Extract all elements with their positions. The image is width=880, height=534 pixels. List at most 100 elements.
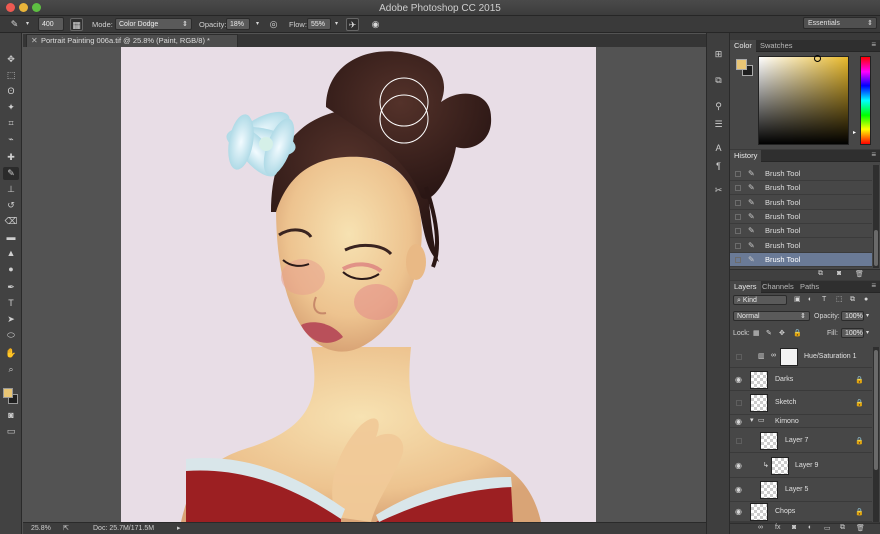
brush-presets-icon[interactable]: ⚲ bbox=[711, 99, 726, 113]
layer-row[interactable]: ◉ ▾ ▭ Kimono bbox=[730, 415, 872, 428]
paragraph-panel-icon[interactable]: ¶ bbox=[711, 159, 726, 173]
healing-brush-tool-icon[interactable]: ✚ bbox=[3, 151, 19, 164]
filter-smart-object-icon[interactable]: ⧉ bbox=[850, 294, 855, 305]
tab-paths[interactable]: Paths bbox=[796, 281, 823, 293]
eye-icon[interactable]: ◉ bbox=[735, 417, 742, 426]
history-brush-tool-icon[interactable]: ↺ bbox=[3, 199, 19, 212]
type-tool-icon[interactable]: T bbox=[3, 297, 19, 310]
tab-color[interactable]: Color bbox=[730, 40, 756, 52]
history-source-checkbox[interactable] bbox=[735, 228, 741, 235]
layer-thumbnail[interactable] bbox=[750, 371, 768, 389]
new-layer-icon[interactable]: ⧉ bbox=[840, 524, 845, 532]
link-layers-icon[interactable]: ∞ bbox=[758, 524, 763, 531]
visibility-off-toggle[interactable] bbox=[736, 400, 742, 406]
pen-tool-icon[interactable]: ✒ bbox=[3, 281, 19, 294]
brush-tool-preset-icon[interactable]: ✎ bbox=[8, 18, 21, 31]
eye-icon[interactable]: ◉ bbox=[735, 507, 742, 516]
screen-mode-icon[interactable]: ▭ bbox=[3, 425, 19, 438]
flow-slider-icon[interactable]: ▾ bbox=[330, 18, 343, 31]
new-snapshot-icon[interactable]: ◙ bbox=[837, 270, 841, 277]
filter-toggle-icon[interactable]: ● bbox=[864, 294, 868, 305]
fill-field[interactable]: 100% bbox=[841, 328, 864, 338]
history-item[interactable]: ✎ Brush Tool bbox=[730, 252, 872, 267]
panel-menu-icon[interactable]: ≡ bbox=[871, 40, 876, 49]
zoom-tool-icon[interactable]: ⌕ bbox=[3, 363, 19, 376]
mode-select[interactable]: Color Dodge ⇕ bbox=[115, 18, 192, 30]
opacity-slider-icon[interactable]: ▾ bbox=[866, 311, 869, 322]
crop-tool-icon[interactable]: ⌗ bbox=[3, 117, 19, 130]
history-scroll-thumb[interactable] bbox=[874, 230, 878, 266]
eraser-tool-icon[interactable]: ⌫ bbox=[3, 215, 19, 228]
marquee-tool-icon[interactable]: ⬚ bbox=[3, 69, 19, 82]
document-canvas[interactable] bbox=[121, 47, 596, 522]
gradient-tool-icon[interactable]: ▬ bbox=[3, 231, 19, 244]
path-select-tool-icon[interactable]: ➤ bbox=[3, 313, 19, 326]
hue-slider-arrow-icon[interactable]: ▸ bbox=[853, 129, 856, 136]
shape-tool-icon[interactable]: ⬭ bbox=[3, 329, 19, 342]
history-item[interactable]: ✎ Brush Tool bbox=[730, 167, 872, 181]
tab-swatches[interactable]: Swatches bbox=[756, 40, 797, 52]
lock-image-icon[interactable]: ✎ bbox=[766, 328, 772, 339]
tool-presets-icon[interactable]: ✂ bbox=[711, 183, 726, 197]
foreground-color-swatch[interactable] bbox=[736, 59, 747, 70]
brush-panel-toggle-icon[interactable]: ▦ bbox=[70, 18, 83, 31]
layer-style-icon[interactable]: fx bbox=[775, 524, 780, 531]
brush-tool-icon[interactable]: ✎ bbox=[3, 167, 19, 180]
chevron-down-icon[interactable]: ▾ bbox=[21, 18, 34, 31]
layer-filter-select[interactable]: ⌕ Kind bbox=[733, 295, 787, 305]
color-picker-cursor[interactable] bbox=[814, 55, 821, 62]
filter-adjustment-icon[interactable]: ◐ bbox=[808, 294, 812, 305]
visibility-off-toggle[interactable] bbox=[736, 354, 742, 360]
tab-channels[interactable]: Channels bbox=[758, 281, 798, 293]
hand-tool-icon[interactable]: ✋ bbox=[3, 347, 19, 360]
history-item[interactable]: ✎ Brush Tool bbox=[730, 239, 872, 253]
document-tab[interactable]: ✕ Portrait Painting 006a.tif @ 25.8% (Pa… bbox=[26, 34, 238, 47]
character-panel-icon[interactable]: A bbox=[711, 141, 726, 155]
layer-row[interactable]: ◉ Darks 🔒 bbox=[730, 368, 872, 391]
opacity-field[interactable]: 18% bbox=[226, 18, 250, 30]
history-item[interactable]: ✎ Brush Tool bbox=[730, 224, 872, 239]
foreground-color-swatch[interactable] bbox=[3, 388, 13, 398]
new-group-icon[interactable]: ▭ bbox=[824, 524, 831, 532]
history-source-checkbox[interactable] bbox=[735, 199, 741, 206]
properties-icon[interactable]: ☰ bbox=[711, 117, 726, 131]
history-panel-icon[interactable]: ⊞ bbox=[711, 47, 726, 61]
visibility-off-toggle[interactable] bbox=[736, 438, 742, 444]
airbrush-icon[interactable]: ✈ bbox=[346, 18, 359, 31]
clone-source-icon[interactable]: ⧉ bbox=[711, 73, 726, 87]
layer-thumbnail[interactable] bbox=[750, 394, 768, 412]
eye-icon[interactable]: ◉ bbox=[735, 485, 742, 494]
color-picker-field[interactable] bbox=[758, 56, 849, 145]
delete-state-icon[interactable]: 🗑 bbox=[855, 270, 864, 278]
layer-blend-mode-select[interactable]: Normal ⇕ bbox=[733, 311, 810, 321]
history-item[interactable]: ✎ Brush Tool bbox=[730, 196, 872, 210]
lock-all-icon[interactable]: 🔒 bbox=[793, 328, 802, 339]
history-item[interactable]: ✎ Brush Tool bbox=[730, 181, 872, 196]
move-tool-icon[interactable]: ✥ bbox=[3, 53, 19, 66]
panel-menu-icon[interactable]: ≡ bbox=[871, 150, 876, 159]
layer-thumbnail[interactable] bbox=[760, 481, 778, 499]
layer-row[interactable]: ▥ ∞ Hue/Saturation 1 bbox=[730, 345, 872, 368]
dodge-tool-icon[interactable]: ● bbox=[3, 263, 19, 276]
filter-type-icon[interactable]: T bbox=[822, 294, 826, 305]
zoom-level[interactable]: 25.8% bbox=[31, 523, 51, 534]
filter-shape-icon[interactable]: ⬚ bbox=[836, 294, 843, 305]
brush-size-picker[interactable]: 400 bbox=[38, 17, 64, 31]
status-menu-arrow-icon[interactable]: ▸ bbox=[177, 523, 181, 534]
flow-field[interactable]: 55% bbox=[307, 18, 331, 30]
history-source-checkbox[interactable] bbox=[735, 185, 741, 192]
layer-row[interactable]: ◉ Chops 🔒 bbox=[730, 502, 872, 522]
layer-row[interactable]: Sketch 🔒 bbox=[730, 391, 872, 415]
tab-layers[interactable]: Layers bbox=[730, 281, 761, 293]
blur-tool-icon[interactable]: ▲ bbox=[3, 247, 19, 260]
panel-menu-icon[interactable]: ≡ bbox=[871, 281, 876, 290]
pressure-size-icon[interactable]: ◉ bbox=[369, 18, 382, 31]
lock-position-icon[interactable]: ✥ bbox=[779, 328, 785, 339]
delete-layer-icon[interactable]: 🗑 bbox=[856, 524, 865, 532]
layers-scroll-thumb[interactable] bbox=[874, 350, 878, 470]
history-source-checkbox[interactable] bbox=[735, 213, 741, 220]
lock-transparent-icon[interactable]: ▦ bbox=[753, 328, 760, 339]
chevron-down-icon[interactable]: ▾ bbox=[750, 416, 754, 424]
new-document-from-state-icon[interactable]: ⧉ bbox=[818, 270, 823, 278]
clone-stamp-tool-icon[interactable]: ⊥ bbox=[3, 183, 19, 196]
